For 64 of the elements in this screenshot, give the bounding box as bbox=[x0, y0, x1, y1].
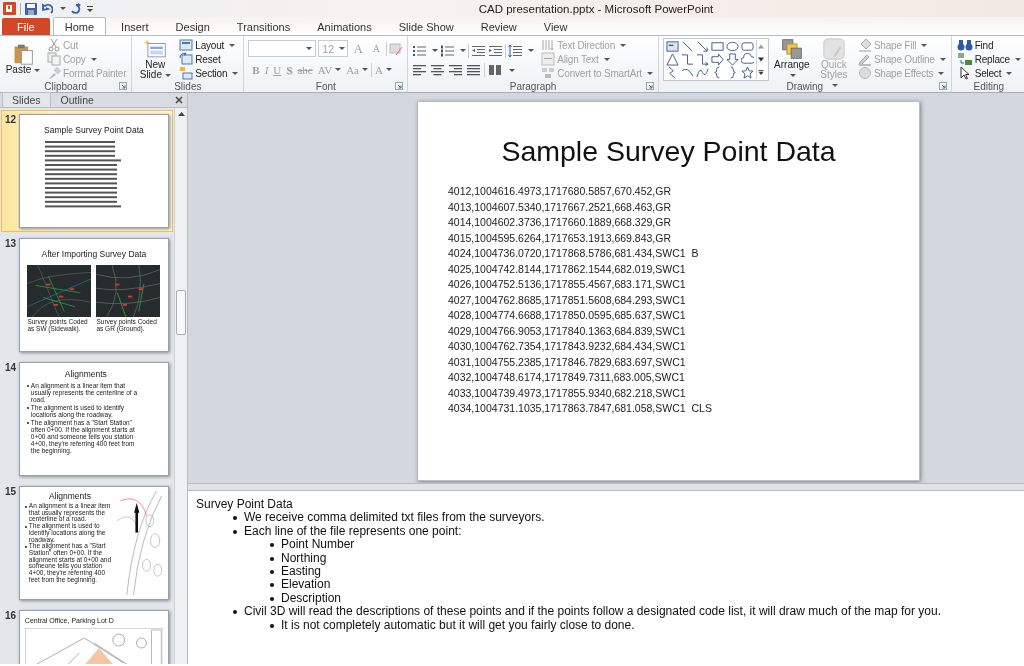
thumbnail-title: Sample Survey Point Data bbox=[43, 125, 145, 135]
data-line: 4015,1004595.6264,1717653.1913,669.843,GR bbox=[448, 230, 673, 246]
new-slide-button[interactable]: New Slide bbox=[136, 38, 175, 80]
group-label: Slides bbox=[174, 80, 202, 92]
data-line: 4027,1004762.8685,1717851.5608,684.293,SWC1 bbox=[448, 292, 687, 308]
notes-sub-bullet: Easting bbox=[281, 565, 322, 579]
arrange-button[interactable]: Arrange bbox=[772, 38, 811, 80]
notes-sub-bullet: It is not completely automatic but it will get you fairly close to done. bbox=[281, 618, 635, 633]
slide-number: 14 bbox=[5, 362, 17, 375]
notes-heading: Survey Point Data bbox=[196, 498, 294, 512]
data-line: 4030,1004762.7354,1717843.9232,684.434,SWC1 bbox=[448, 339, 687, 354]
file-tab[interactable]: File bbox=[2, 18, 50, 35]
ribbon-tab[interactable]: Transitions bbox=[224, 18, 303, 35]
replace-button[interactable]: Replace bbox=[955, 52, 1022, 66]
pane-tab[interactable]: Outline bbox=[50, 92, 104, 107]
ribbon-tab[interactable]: Slide Show bbox=[386, 18, 466, 35]
ribbon-tab[interactable]: Review bbox=[468, 18, 529, 35]
paste-button[interactable]: Paste bbox=[4, 38, 42, 80]
slide-thumbnail-row[interactable]: 12 Sample Survey Point Data bbox=[1, 110, 173, 232]
notes-bullet: Each line of the file represents one point: bbox=[244, 524, 462, 539]
data-line: 4031,1004755.2385,1717846.7829,683.697,SWC1 bbox=[448, 354, 687, 370]
data-line: 4012,1004616.4973,1717680.5857,670.452,GR bbox=[448, 184, 673, 199]
slide-title: Sample Survey Point Data bbox=[500, 135, 837, 168]
data-line: 4033,1004739.4973,1717855.9340,682.218,SWC1 bbox=[448, 385, 687, 401]
window-title: CAD presentation.pptx - Microsoft PowerPoint bbox=[477, 2, 715, 15]
ribbon-tab[interactable]: Home bbox=[52, 17, 107, 35]
layout-button[interactable]: Layout bbox=[178, 38, 240, 52]
data-line: 4028,1004774.6688,1717850.0595,685.637,SWC1 bbox=[448, 308, 687, 323]
notes-sub-bullet: Elevation bbox=[281, 578, 331, 592]
group-label: Paragraph bbox=[509, 80, 557, 92]
slide-number: 15 bbox=[5, 486, 17, 499]
ribbon-tab[interactable]: Insert bbox=[109, 18, 161, 35]
notes-sub-bullet: Description bbox=[281, 591, 342, 606]
thumbnail-title: After Importing Survey Data bbox=[40, 249, 148, 259]
group-label: Editing bbox=[973, 80, 1005, 92]
thumbnail-title: Alignments bbox=[47, 491, 92, 501]
find-button[interactable]: Find bbox=[955, 38, 1022, 52]
slide-number: 13 bbox=[5, 238, 17, 251]
slide-number: 16 bbox=[5, 610, 17, 623]
data-line: 4032,1004748.6174,1717849.7311,683.005,SWC1 bbox=[448, 370, 686, 385]
ribbon-tab[interactable]: Design bbox=[163, 18, 222, 35]
thumbnail-title: Alignments bbox=[63, 369, 108, 379]
section-button[interactable]: Section bbox=[178, 66, 240, 80]
notes-bullet: Civil 3D will read the descriptions of these points and if the points follow a designated code list, it will draw much of the map for you. bbox=[244, 605, 942, 619]
notes-sub-bullet: Point Number bbox=[281, 538, 355, 552]
slide-number: 12 bbox=[5, 114, 17, 127]
select-button[interactable]: Select bbox=[955, 66, 1022, 80]
notes-bullet: We receive comma delimited txt files from the surveyors. bbox=[244, 511, 545, 525]
data-line: 4034,1004731.1035,1717863.7847,681.058,SWC1 CLS bbox=[448, 401, 713, 416]
group-label: Drawing bbox=[786, 80, 824, 92]
reset-button[interactable]: Reset bbox=[178, 52, 240, 66]
data-line: 4014,1004602.3736,1717660.1889,668.329,GR bbox=[448, 215, 673, 230]
ribbon-tab[interactable]: View bbox=[531, 18, 580, 35]
ribbon-tab[interactable]: Animations bbox=[305, 18, 384, 35]
data-line: 4013,1004607.5340,1717667.2521,668.463,GR bbox=[448, 199, 673, 215]
notes-sub-bullet: Northing bbox=[281, 551, 327, 566]
slide-thumbnail[interactable]: Sample Survey Point Data bbox=[18, 114, 169, 228]
data-line: 4029,1004766.9053,1717840.1363,684.839,SWC1 bbox=[448, 323, 687, 339]
data-line: 4024,1004736.0720,1717868.5786,681.434,SWC1 B bbox=[448, 246, 700, 261]
data-line: 4026,1004752.5136,1717855.4567,683.171,SWC1 bbox=[448, 277, 687, 292]
group-label: Clipboard bbox=[44, 80, 88, 92]
pane-tab[interactable]: Slides bbox=[2, 92, 51, 107]
data-line: 4025,1004742.8144,1717862.1544,682.019,SWC1 bbox=[448, 261, 687, 277]
group-label: Font bbox=[315, 80, 336, 92]
